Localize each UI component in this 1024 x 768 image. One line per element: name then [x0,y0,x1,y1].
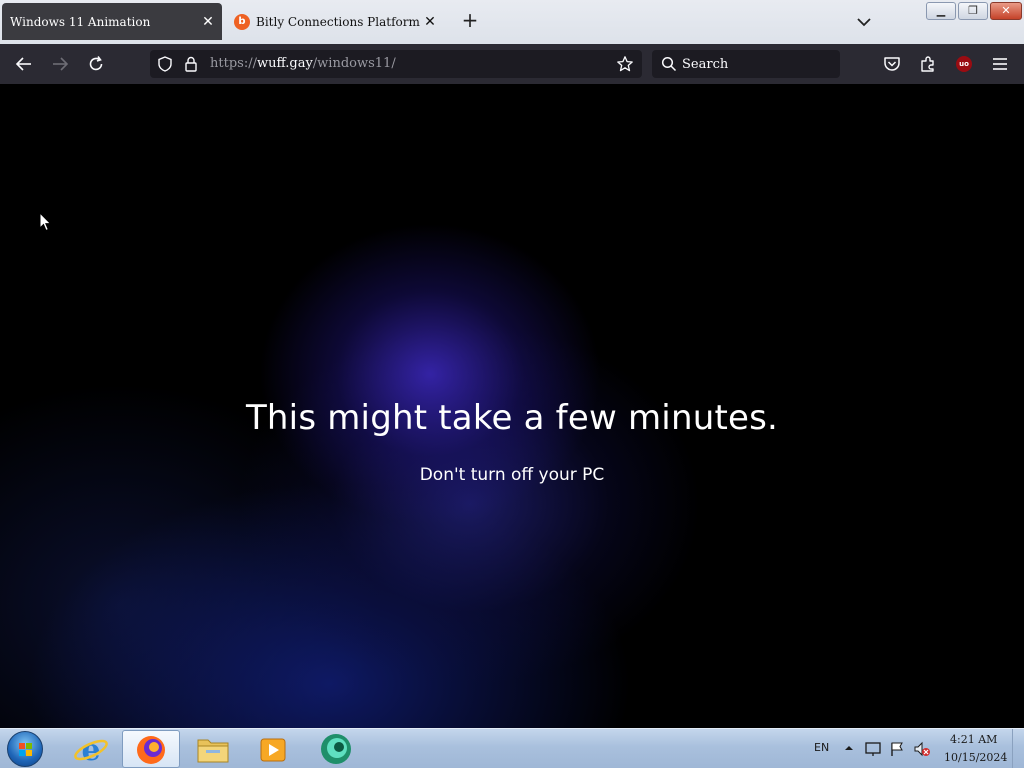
clock-time: 4:21 AM [950,733,998,746]
forward-arrow-icon[interactable] [50,54,70,74]
window-controls: ▁ ❐ ✕ [926,2,1022,20]
url-path: /windows11/ [312,56,396,71]
clock-date: 10/15/2024 [944,751,1008,764]
speaker-muted-icon[interactable] [913,741,931,757]
internet-explorer-icon: e [74,733,108,768]
page-subline: Don't turn off your PC [419,465,605,485]
taskbar-media-player[interactable] [244,730,302,768]
close-window-button[interactable]: ✕ [990,2,1022,20]
ublock-origin-icon[interactable]: uo [956,56,972,72]
mouse-cursor-icon [39,212,52,232]
extensions-puzzle-icon[interactable] [918,54,938,74]
url-scheme: https:// [210,56,257,71]
new-tab-button[interactable]: + [459,10,481,32]
close-icon: ✕ [1001,4,1011,17]
flag-icon[interactable] [889,741,905,757]
search-box[interactable]: Search [652,50,840,78]
url-host: wuff.gay [256,56,313,71]
close-tab-icon[interactable]: ✕ [198,14,218,30]
page-viewport: This might take a few minutes. Don't tur… [0,84,1024,728]
restore-icon: ❐ [968,4,978,17]
show-hidden-icons-icon[interactable] [844,743,854,753]
lock-icon[interactable] [183,55,199,73]
tab-title: Bitly Connections Platform | Shor [256,14,420,29]
shield-icon[interactable] [156,55,174,73]
search-placeholder: Search [682,57,729,72]
tab-bitly[interactable]: b Bitly Connections Platform | Shor ✕ [226,3,444,40]
navigation-toolbar: https://wuff.gay/windows11/ Search uo [0,44,1024,84]
app-icon [321,734,351,764]
back-arrow-icon[interactable] [14,54,34,74]
address-bar[interactable]: https://wuff.gay/windows11/ [150,50,642,78]
url-text[interactable]: https://wuff.gay/windows11/ [210,56,396,71]
minimize-icon: ▁ [936,4,946,17]
taskbar-firefox[interactable] [122,730,180,768]
taskbar-internet-explorer[interactable]: e [62,730,120,768]
tab-title: Windows 11 Animation [10,14,151,29]
minimize-button[interactable]: ▁ [926,2,956,20]
bookmark-star-icon[interactable] [616,55,634,73]
hamburger-menu-icon[interactable] [990,54,1010,74]
show-desktop-button[interactable] [1012,729,1024,768]
tab-strip: Windows 11 Animation ✕ b Bitly Connectio… [0,0,1024,44]
close-tab-icon[interactable]: ✕ [420,14,440,30]
media-player-icon [260,738,286,762]
list-all-tabs-button[interactable] [853,12,875,32]
chevron-down-icon [857,18,871,27]
windows-logo-icon [19,743,32,756]
taskbar: e EN 4:21 AM 10/15/2024 [0,728,1024,768]
search-icon [661,56,677,72]
taskbar-file-explorer[interactable] [184,730,242,768]
action-center-icon[interactable] [864,741,882,757]
language-indicator[interactable]: EN [814,741,829,754]
file-explorer-icon [197,739,229,763]
page-headline: This might take a few minutes. [245,398,779,438]
taskbar-app[interactable] [306,730,364,768]
reload-icon[interactable] [86,54,106,74]
start-button[interactable] [7,731,43,767]
clock[interactable]: 4:21 AM 10/15/2024 [940,729,1008,768]
firefox-icon [137,736,165,764]
bitly-icon: b [234,13,250,30]
svg-text:e: e [81,733,100,768]
restore-button[interactable]: ❐ [958,2,988,20]
tab-windows11-animation[interactable]: Windows 11 Animation ✕ [2,3,222,40]
pocket-icon[interactable] [882,54,902,74]
